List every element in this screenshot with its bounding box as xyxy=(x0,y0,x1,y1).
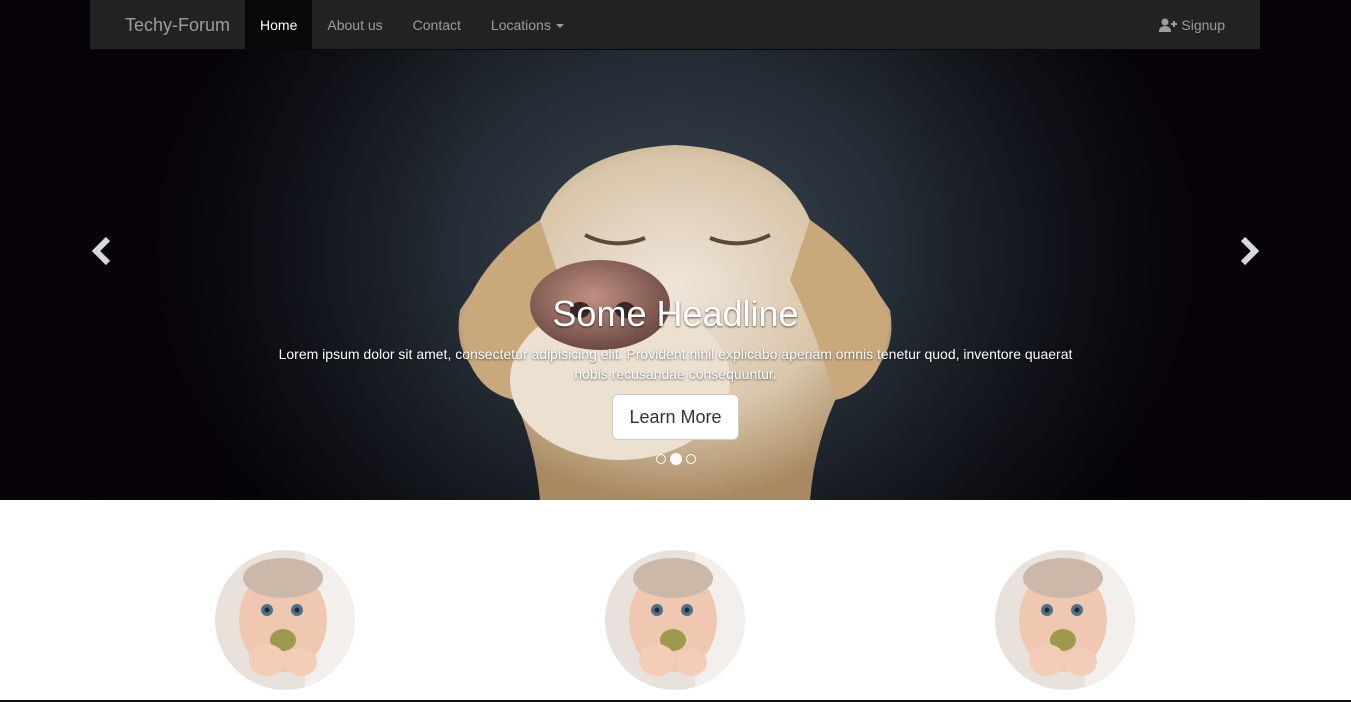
carousel-next-button[interactable] xyxy=(1235,234,1265,268)
carousel-indicator-2[interactable] xyxy=(669,453,682,465)
caret-down-icon xyxy=(555,24,564,29)
nav-menu: Home About us Contact Locations xyxy=(245,0,579,50)
slide-text: Lorem ipsum dolor sit amet, consectetur … xyxy=(278,346,1073,382)
carousel-indicator-1[interactable] xyxy=(655,454,666,464)
nav-item-about-us[interactable]: About us xyxy=(312,0,397,50)
nav-item-locations[interactable]: Locations xyxy=(476,0,579,50)
navbar: Techy-Forum Home About us Contact Locati… xyxy=(90,0,1260,50)
slide-headline: Some Headline xyxy=(552,293,799,334)
carousel-indicator-3[interactable] xyxy=(685,454,696,464)
carousel-prev-button[interactable] xyxy=(86,234,116,268)
nav-item-contact[interactable]: Contact xyxy=(398,0,476,50)
nav-item-home[interactable]: Home xyxy=(245,0,313,50)
learn-more-button[interactable]: Learn More xyxy=(612,394,739,440)
carousel-caption: Some Headline Lorem ipsum dolor sit amet… xyxy=(0,292,1351,440)
nav-right: Signup xyxy=(1144,0,1260,49)
baby-portrait-image xyxy=(215,550,355,690)
page: Some Headline Lorem ipsum dolor sit amet… xyxy=(0,0,1351,702)
signup-label: Signup xyxy=(1181,16,1225,33)
nav-item-locations-label: Locations xyxy=(490,17,551,33)
carousel-indicators xyxy=(0,453,1351,465)
chevron-right-icon xyxy=(1240,236,1260,266)
thumbnail-image-3 xyxy=(995,550,1135,690)
baby-portrait-image xyxy=(605,550,745,690)
chevron-left-icon xyxy=(91,236,111,266)
user-plus-icon xyxy=(1159,18,1178,32)
thumbnail-image-2 xyxy=(605,550,745,690)
signup-link[interactable]: Signup xyxy=(1144,0,1260,49)
carousel: Some Headline Lorem ipsum dolor sit amet… xyxy=(0,0,1351,500)
brand-link[interactable]: Techy-Forum xyxy=(90,0,245,49)
thumbnail-image-1 xyxy=(215,550,355,690)
baby-portrait-image xyxy=(995,550,1135,690)
